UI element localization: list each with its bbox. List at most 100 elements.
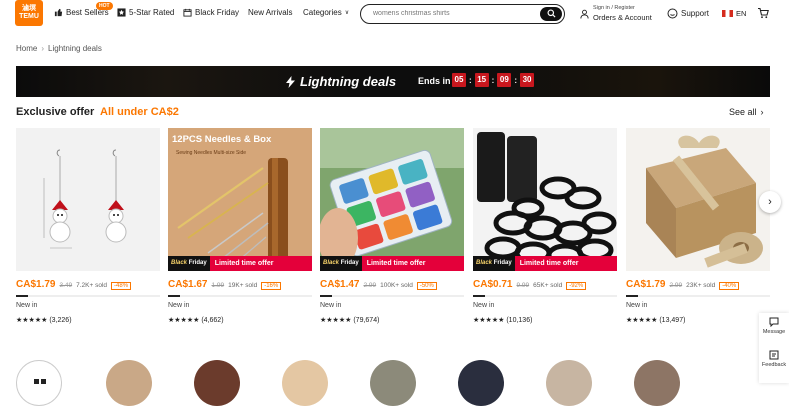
limited-offer-label: Limited time offer [214,260,274,267]
sales-progress-bar [320,295,464,297]
carousel-next-button[interactable]: › [759,191,781,213]
rating: ★★★★★ (79,674) [320,316,379,324]
breadcrumb: Home › Lightning deals [16,44,102,53]
countdown-timer: 05: 15: 09: 30 [452,73,535,87]
search-button[interactable] [540,6,562,21]
nav-categories[interactable]: Categories ∨ [303,8,349,17]
calendar-icon [183,8,192,17]
black-friday-tag: Black Friday [168,256,210,271]
nav-five-star-label: 5-Star Rated [129,8,175,17]
chat-icon [769,317,779,327]
new-in-label: New in [168,302,190,309]
banner-title: Lightning deals [286,74,396,89]
support-icon[interactable] [667,8,678,19]
category-circle-watches[interactable] [194,360,240,406]
language-selector[interactable]: EN [736,9,746,18]
nav-black-friday-label: Black Friday [195,8,240,17]
lightning-bolt-icon [286,75,295,88]
nav-black-friday[interactable]: Black Friday [183,8,239,17]
timer-colon: : [514,75,518,85]
sales-progress-fill [16,295,28,297]
star-rating-icon: ★★★★★ [168,317,200,324]
category-circle-books[interactable] [458,360,504,406]
review-count: (79,674) [353,317,380,324]
product-card[interactable]: CA$1.79 2.99 23K+ sold -40% New in ★★★★★… [626,128,770,328]
support-link[interactable]: Support [681,9,709,18]
rating: ★★★★★ (4,662) [168,316,224,324]
sold-count: 23K+ sold [686,282,716,289]
product-card[interactable]: Black Friday Limited time offer CA$1.47 … [320,128,464,328]
breadcrumb-home[interactable]: Home [16,44,37,53]
product-image-earrings[interactable] [16,128,160,271]
category-circle-home[interactable] [634,360,680,406]
feedback-label: Feedback [761,362,787,368]
original-price: 1.99 [211,282,225,289]
product-card[interactable]: CA$1.79 3.49 7.2K+ sold -48% New in ★★★★… [16,128,160,328]
limited-offer-label: Limited time offer [366,260,426,267]
message-button[interactable]: Message [759,317,789,350]
sales-progress-bar [16,295,160,297]
nav-best-sellers[interactable]: Best Sellers [54,8,109,17]
rating: ★★★★★ (10,136) [473,316,532,324]
price-row: CA$1.79 3.49 7.2K+ sold -48% [16,279,132,290]
section-title: Exclusive offer [16,106,95,118]
new-in-label: New in [16,302,38,309]
discount-badge: -92% [566,282,587,290]
price-row: CA$0.71 9.99 65K+ sold -92% [473,279,587,290]
product-image-lip-balm[interactable] [320,128,464,271]
nav-new-arrivals-label: New Arrivals [248,8,293,17]
cart-icon[interactable] [757,7,769,19]
discount-badge: -16% [261,282,282,290]
product-card[interactable]: 12PCS Needles & Box Sewing Needles Multi… [168,128,312,328]
user-icon[interactable] [580,9,589,19]
sold-count: 100K+ sold [380,282,413,289]
category-circle-kitchen[interactable] [106,360,152,406]
canada-flag-icon[interactable] [722,10,733,17]
star-rated-icon [117,8,126,17]
star-rating-icon: ★★★★★ [473,317,505,324]
category-circle-apparel[interactable] [370,360,416,406]
black-friday-badge: Black Friday Limited time offer [320,256,464,271]
original-price: 3.49 [59,282,73,289]
category-all-circle[interactable] [16,360,62,406]
product-image-burlap-ribbon[interactable] [626,128,770,271]
timer-colon: : [469,75,472,85]
side-floating-panel: Message Feedback [759,313,789,383]
badge-black-text: Black [171,260,188,266]
temu-logo[interactable]: 滷塓 TEMU [15,0,43,26]
account-line-2[interactable]: Orders & Account [593,13,652,22]
timer-hours: 15 [474,73,489,87]
account-line-1[interactable]: Sign in / Register [593,5,635,11]
sold-count: 65K+ sold [533,282,563,289]
breadcrumb-separator: › [41,44,45,53]
product-image-hair-ties[interactable] [473,128,617,271]
new-in-label: New in [320,302,342,309]
top-header: 滷塓 TEMU HOT Best Sellers 5-Star Rated Bl… [0,0,789,32]
discount-badge: -40% [719,282,740,290]
grid-icon [34,379,46,384]
see-all-link[interactable]: See all › [729,107,764,117]
black-friday-badge: Black Friday Limited time offer [473,256,617,271]
chevron-down-icon: ∨ [344,10,350,16]
product-image-needles[interactable]: 12PCS Needles & Box Sewing Needles Multi… [168,128,312,271]
nav-five-star[interactable]: 5-Star Rated [117,8,174,17]
nav-new-arrivals[interactable]: New Arrivals [248,8,292,17]
timer-colon: : [491,75,495,85]
badge-friday-text: Friday [188,260,207,266]
sales-progress-fill [168,295,180,297]
ends-in-label: Ends in [418,76,451,86]
limited-offer-label: Limited time offer [519,260,579,267]
timer-seconds: 30 [520,73,535,87]
product-card[interactable]: Black Friday Limited time offer CA$0.71 … [473,128,617,328]
category-circle-women[interactable] [546,360,592,406]
search-input[interactable] [371,9,531,18]
feedback-button[interactable]: Feedback [759,350,789,383]
star-rating-icon: ★★★★★ [16,317,48,324]
original-price: 9.99 [516,282,530,289]
star-rating-icon: ★★★★★ [626,317,658,324]
category-circle-beauty[interactable] [282,360,328,406]
sales-progress-fill [626,295,638,297]
logo-line-2: TEMU [19,13,39,20]
banner-title-text: Lightning deals [300,74,397,89]
badge-black-text: Black [323,260,340,266]
